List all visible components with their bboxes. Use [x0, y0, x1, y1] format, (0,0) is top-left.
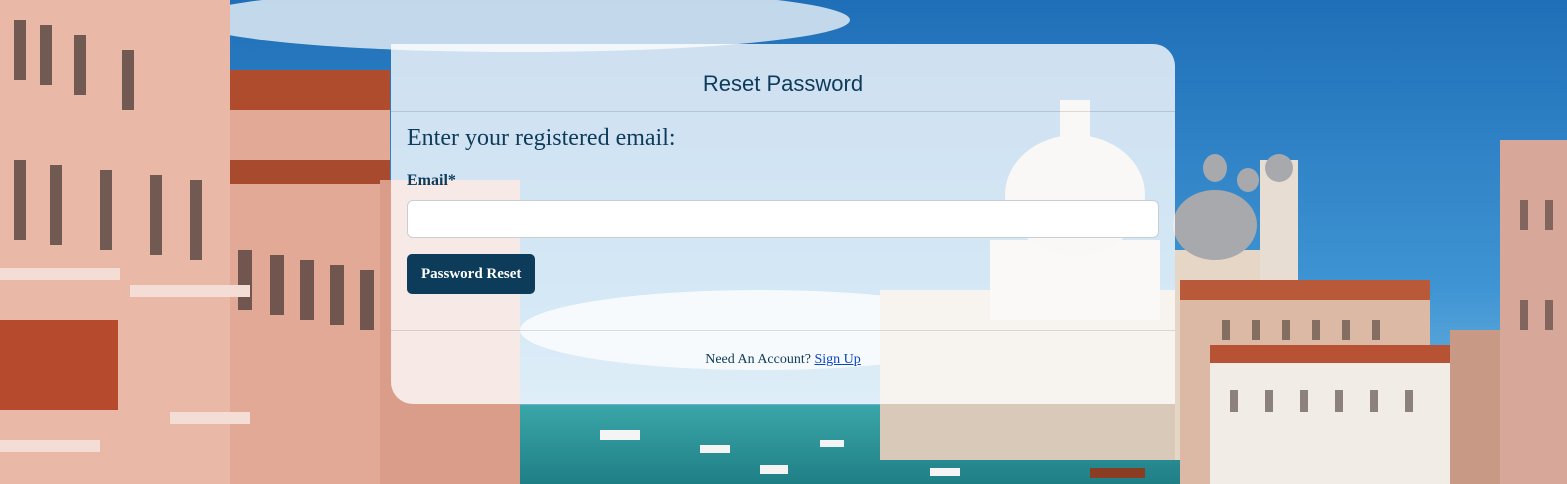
sign-up-link[interactable]: Sign Up: [814, 352, 860, 367]
password-reset-button[interactable]: Password Reset: [407, 254, 536, 294]
email-label: Email*: [407, 172, 456, 189]
card-footer: Need An Account? Sign Up: [391, 331, 1175, 368]
reset-password-card: Reset Password Enter your registered ema…: [391, 44, 1175, 404]
card-header: Reset Password: [391, 44, 1175, 112]
email-input[interactable]: [407, 200, 1159, 238]
page-title: Reset Password: [702, 70, 864, 96]
reset-form: Enter your registered email: Email* Pass…: [391, 112, 1175, 331]
form-prompt: Enter your registered email:: [407, 125, 676, 151]
need-account-text: Need An Account?: [705, 352, 811, 367]
